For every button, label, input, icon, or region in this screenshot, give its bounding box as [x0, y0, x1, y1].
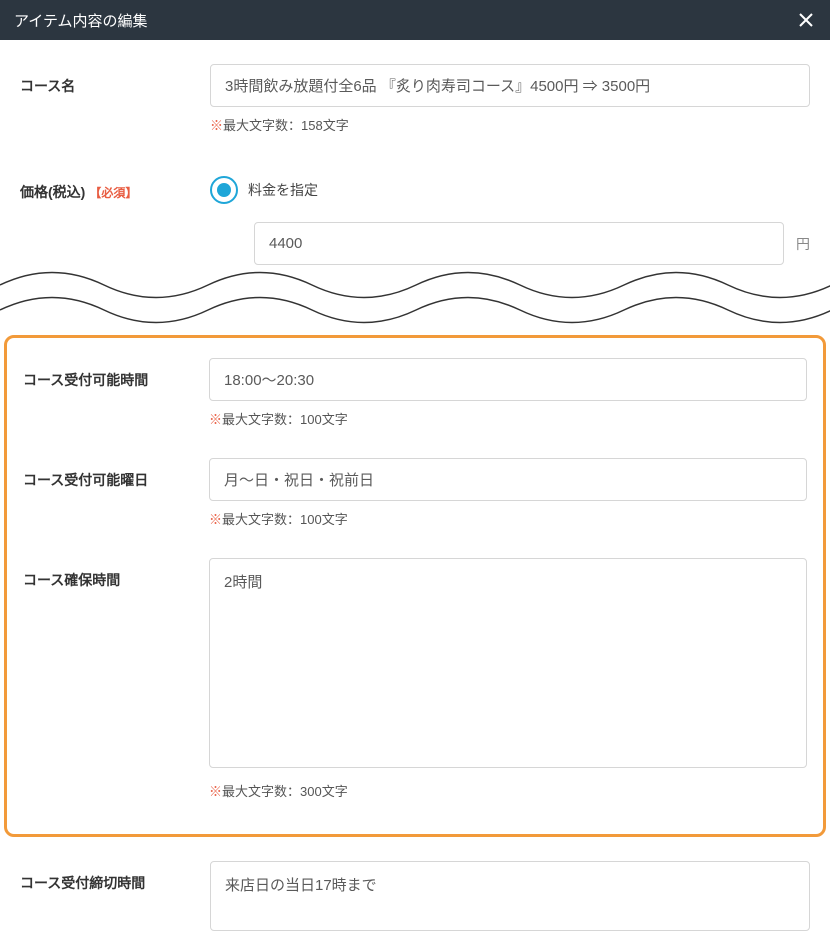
- price-radio-row: 料金を指定: [210, 176, 810, 204]
- row-course-name: コース名 ※最大文字数：158文字: [20, 64, 810, 134]
- field-accept-days: ※最大文字数：100文字: [209, 458, 807, 528]
- form-content-lower: コース受付締切時間: [0, 861, 830, 936]
- deadline-input[interactable]: [210, 861, 810, 931]
- accept-days-hint-text: 最大文字数：100文字: [222, 512, 348, 527]
- field-deadline: [210, 861, 810, 936]
- row-deadline: コース受付締切時間: [20, 861, 810, 936]
- modal-header: アイテム内容の編集: [0, 0, 830, 40]
- accept-time-input[interactable]: [209, 358, 807, 401]
- label-price-text: 価格(税込): [20, 184, 85, 200]
- row-accept-days: コース受付可能曜日 ※最大文字数：100文字: [23, 458, 807, 528]
- label-accept-time: コース受付可能時間: [23, 358, 209, 390]
- close-icon: [798, 12, 814, 28]
- required-badge: 【必須】: [89, 186, 137, 200]
- reserve-duration-hint-text: 最大文字数：300文字: [222, 784, 348, 799]
- field-price: 料金を指定 円: [210, 170, 810, 265]
- wave-icon: [0, 255, 830, 335]
- reserve-duration-input[interactable]: [209, 558, 807, 768]
- course-name-hint: ※最大文字数：158文字: [210, 115, 810, 134]
- field-accept-time: ※最大文字数：100文字: [209, 358, 807, 428]
- course-name-hint-text: 最大文字数：158文字: [223, 118, 349, 133]
- close-button[interactable]: [796, 10, 816, 30]
- section-break: [0, 255, 830, 335]
- price-radio[interactable]: [210, 176, 238, 204]
- label-reserve-duration: コース確保時間: [23, 558, 209, 590]
- accept-time-hint: ※最大文字数：100文字: [209, 409, 807, 428]
- form-content: コース名 ※最大文字数：158文字 価格(税込) 【必須】 料金を指定 円: [0, 40, 830, 265]
- reserve-duration-hint: ※最大文字数：300文字: [209, 781, 807, 800]
- price-unit: 円: [796, 234, 810, 254]
- accept-days-input[interactable]: [209, 458, 807, 501]
- course-name-input[interactable]: [210, 64, 810, 107]
- hint-star: ※: [209, 784, 222, 799]
- label-course-name: コース名: [20, 64, 210, 96]
- accept-time-hint-text: 最大文字数：100文字: [222, 412, 348, 427]
- price-radio-label: 料金を指定: [248, 180, 318, 200]
- row-accept-time: コース受付可能時間 ※最大文字数：100文字: [23, 358, 807, 428]
- hint-star: ※: [209, 412, 222, 427]
- hint-star: ※: [210, 118, 223, 133]
- highlighted-section: コース受付可能時間 ※最大文字数：100文字 コース受付可能曜日 ※最大文字数：…: [4, 335, 826, 837]
- hint-star: ※: [209, 512, 222, 527]
- label-deadline: コース受付締切時間: [20, 861, 210, 893]
- row-reserve-duration: コース確保時間 ※最大文字数：300文字: [23, 558, 807, 800]
- label-accept-days: コース受付可能曜日: [23, 458, 209, 490]
- field-reserve-duration: ※最大文字数：300文字: [209, 558, 807, 800]
- label-price: 価格(税込) 【必須】: [20, 170, 210, 202]
- field-course-name: ※最大文字数：158文字: [210, 64, 810, 134]
- accept-days-hint: ※最大文字数：100文字: [209, 509, 807, 528]
- modal-title: アイテム内容の編集: [14, 10, 148, 31]
- row-price: 価格(税込) 【必須】 料金を指定 円: [20, 170, 810, 265]
- radio-dot: [217, 183, 231, 197]
